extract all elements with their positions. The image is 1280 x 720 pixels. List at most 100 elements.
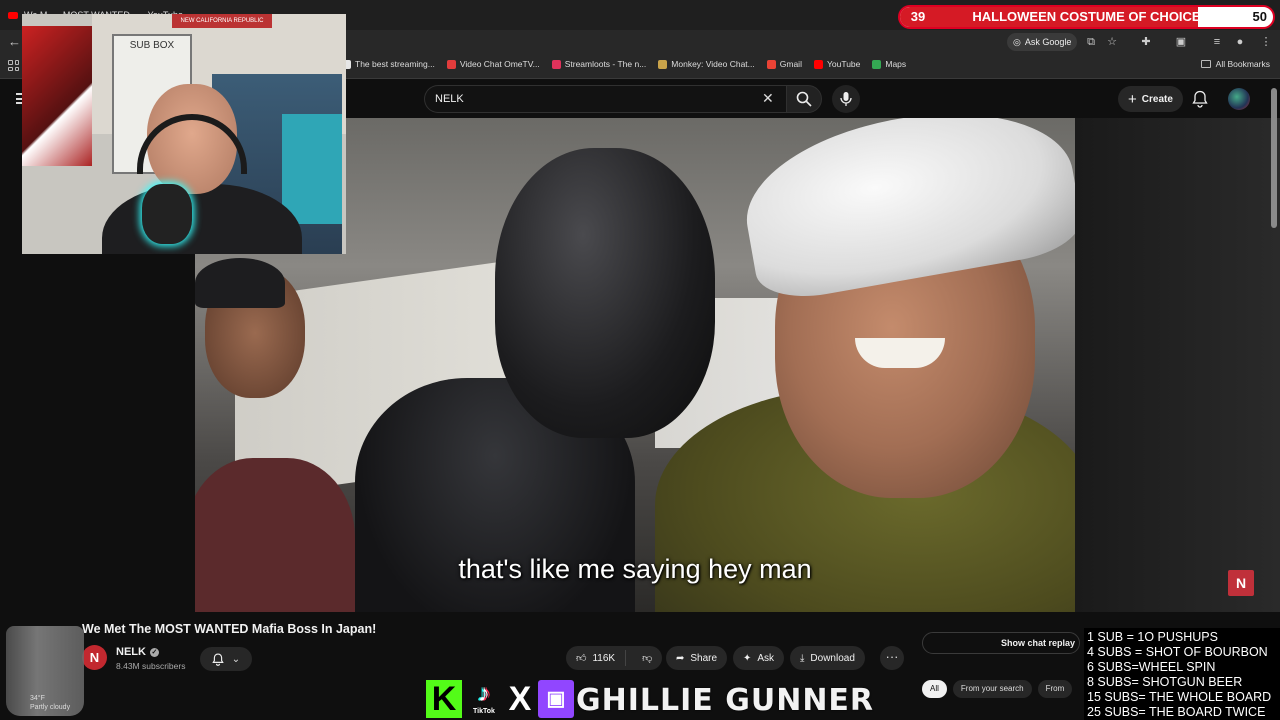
sub-goal-bar: 39 HALLOWEEN COSTUME OF CHOICE 50 (898, 5, 1275, 29)
profile-icon[interactable]: ● (1232, 34, 1248, 50)
download-icon: ⤓ (800, 652, 805, 664)
bookmark-item[interactable]: The best streaming... (342, 59, 435, 69)
bookmark-item[interactable]: Monkey: Video Chat... (658, 59, 755, 69)
bookmark-favicon-icon (551, 59, 561, 69)
search-icon (796, 91, 812, 107)
clear-search-icon[interactable]: ✕ (762, 90, 774, 107)
weather-desc: Partly cloudy (30, 704, 71, 711)
bookmark-favicon-icon (658, 59, 668, 69)
like-dislike-group: 👍︎ 116K 👎︎ (566, 646, 662, 670)
tiktok-label: TikTok (473, 708, 495, 715)
related-filter-chips: All From your search From (922, 680, 1073, 698)
bookmark-favicon-icon (446, 59, 456, 69)
download-label: Download (810, 652, 855, 664)
share-label: Share (690, 652, 718, 664)
weather-widget: 34°F Partly cloudy (30, 694, 70, 712)
create-button[interactable]: + Create (1118, 86, 1183, 112)
back-arrow-icon[interactable]: ← (8, 34, 21, 49)
tiktok-logo-icon: ♪ TikTok (466, 680, 502, 720)
apps-grid-icon[interactable] (8, 60, 19, 71)
channel-name[interactable]: NELK (116, 646, 146, 658)
bookmark-item[interactable]: YouTube (813, 59, 861, 69)
folder-icon (1200, 60, 1211, 68)
ask-google-label: Ask Google (1024, 37, 1072, 47)
streamer-webcam: SUB BOX NEW CALIFORNIA REPUBLIC (22, 14, 346, 254)
goal-title: HALLOWEEN COSTUME OF CHOICE (972, 9, 1201, 24)
video-title: We Met The MOST WANTED Mafia Boss In Jap… (82, 622, 377, 636)
filter-chip[interactable]: From (1037, 680, 1073, 698)
voice-search-button[interactable] (832, 85, 860, 113)
x-logo-icon: X (508, 680, 532, 718)
sub-goal-item: 4 SUBS = SHOT OF BOURBON (1087, 645, 1268, 659)
create-label: Create (1141, 93, 1173, 105)
channel-avatar[interactable]: N (82, 645, 107, 670)
channel-name-row[interactable]: NELK ✓ (116, 646, 159, 658)
bookmark-label: Maps (885, 59, 907, 69)
subscriber-count: 8.43M subscribers (116, 661, 186, 671)
bookmark-item[interactable]: Maps (872, 59, 906, 69)
extensions-icon[interactable]: ✚ (1138, 34, 1154, 50)
like-button[interactable]: 👍︎ 116K (566, 650, 627, 666)
plus-icon: + (1128, 90, 1137, 108)
ask-google-button[interactable]: ◎ Ask Google (1007, 33, 1078, 51)
bookmark-favicon-icon (813, 59, 823, 69)
streamer-handle: GHILLIE GUNNER (576, 683, 875, 718)
install-icon[interactable]: ⧉ (1083, 34, 1099, 50)
bookmark-label: YouTube (826, 59, 861, 69)
kick-logo-icon: K (426, 680, 462, 718)
page-scrollbar[interactable] (1271, 88, 1277, 228)
filter-chip[interactable]: From your search (952, 680, 1032, 698)
thumbs-up-icon: 👍︎ (576, 653, 587, 664)
media-controls-icon[interactable]: ≡ (1209, 34, 1225, 50)
ask-label: Ask (757, 652, 775, 664)
search-input[interactable]: NELK (424, 85, 786, 113)
show-chat-replay-button[interactable]: Show chat replay (922, 632, 1080, 654)
thumbs-down-icon: 👎︎ (642, 653, 653, 664)
sub-goal-item: 6 SUBS=WHEEL SPIN (1087, 660, 1216, 674)
verified-check-icon: ✓ (149, 647, 159, 657)
microphone-icon (840, 92, 852, 106)
search-button[interactable] (786, 85, 822, 113)
dislike-button[interactable]: 👎︎ (632, 652, 662, 664)
like-count: 116K (592, 652, 616, 664)
streamer-microphone (142, 184, 192, 244)
filter-chip[interactable]: All (922, 680, 947, 698)
bookmark-label: Streamloots - The n... (564, 59, 647, 69)
wall-banner: NEW CALIFORNIA REPUBLIC (172, 14, 272, 28)
bell-icon (212, 653, 224, 666)
goal-current: 39 (900, 7, 936, 27)
star-icon[interactable]: ☆ (1104, 34, 1120, 50)
bookmark-favicon-icon (766, 59, 776, 69)
bookmark-item[interactable]: Video Chat OmeTV... (446, 59, 540, 69)
bookmark-item[interactable]: Gmail (766, 59, 802, 69)
goal-target: 50 (1252, 9, 1267, 24)
chevron-down-icon: ⌄ (231, 653, 241, 665)
sub-goal-item: 25 SUBS= THE BOARD TWICE (1087, 705, 1266, 719)
sub-goal-item: 1 SUB = 1O PUSHUPS (1087, 630, 1218, 644)
bookmark-label: Gmail (779, 59, 802, 69)
sparkle-icon: ✦ (743, 652, 752, 664)
ask-button[interactable]: ✦ Ask (733, 646, 785, 670)
notifications-bell-icon[interactable] (1192, 90, 1208, 108)
split-view-icon[interactable]: ▣ (1173, 34, 1189, 50)
person-right (655, 118, 1075, 612)
bookmark-item[interactable]: Streamloots - The n... (551, 59, 647, 69)
all-bookmarks-label: All Bookmarks (1215, 59, 1270, 69)
all-bookmarks-button[interactable]: All Bookmarks (1200, 59, 1270, 69)
bookmark-favicon-icon (872, 59, 882, 69)
wall-poster (22, 26, 92, 166)
subscription-bell-button[interactable]: ⌄ (200, 647, 252, 671)
download-button[interactable]: ⤓ Download (790, 646, 865, 670)
twitch-logo-icon: ▣ (538, 680, 574, 718)
sub-goals-list: 1 SUB = 1O PUSHUPS 4 SUBS = SHOT OF BOURB… (1084, 628, 1280, 720)
kebab-menu-icon[interactable]: ⋮ (1258, 34, 1274, 50)
bookmark-label: Monkey: Video Chat... (671, 59, 755, 69)
youtube-favicon-icon (8, 11, 18, 19)
share-button[interactable]: ➦ Share (666, 646, 728, 670)
more-actions-button[interactable]: ··· (880, 646, 904, 670)
bookmark-label: The best streaming... (355, 59, 435, 69)
streamer (102, 84, 302, 254)
account-avatar[interactable] (1228, 88, 1250, 110)
channel-watermark[interactable]: N (1228, 570, 1254, 596)
social-handles-overlay: K ♪ TikTok X ▣ GHILLIE GUNNER (424, 680, 894, 720)
